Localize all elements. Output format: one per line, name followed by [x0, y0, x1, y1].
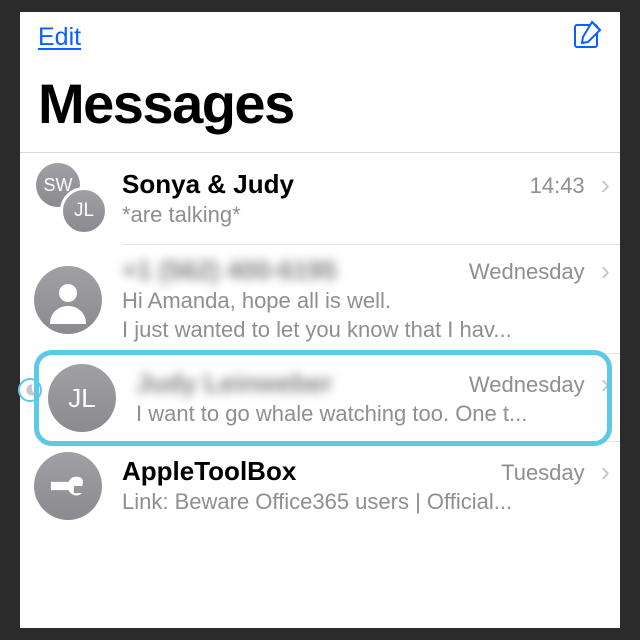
conversation-row[interactable]: JL Judy Leinweber Wednesday › I want to …	[20, 354, 620, 442]
avatar	[34, 266, 102, 334]
conversation-row[interactable]: +1 (562) 400-6195 Wednesday › Hi Amanda,…	[20, 245, 620, 354]
conversation-row[interactable]: AppleToolBox Tuesday › Link: Beware Offi…	[20, 442, 620, 530]
avatar	[34, 452, 102, 520]
edit-button[interactable]: Edit	[38, 23, 81, 52]
conversation-time: Wednesday	[469, 259, 585, 285]
conversation-info: AppleToolBox Tuesday › Link: Beware Offi…	[122, 456, 610, 517]
chevron-right-icon: ›	[601, 456, 610, 488]
nav-bar: Edit	[20, 12, 620, 59]
conversation-info: +1 (562) 400-6195 Wednesday › Hi Amanda,…	[122, 255, 610, 344]
compose-icon	[572, 20, 602, 50]
conversation-time: Tuesday	[501, 460, 585, 486]
conversation-info: Judy Leinweber Wednesday › I want to go …	[136, 368, 610, 429]
conversation-preview: I want to go whale watching too. One t..…	[136, 400, 610, 429]
conversation-name: Sonya & Judy	[122, 169, 520, 200]
chevron-right-icon: ›	[601, 368, 610, 400]
moon-icon	[23, 383, 37, 397]
avatar: JL	[60, 187, 108, 235]
person-icon	[44, 276, 92, 324]
conversation-preview: *are talking*	[122, 201, 610, 230]
wrench-icon	[40, 458, 97, 515]
conversation-list: SW JL Sonya & Judy 14:43 › *are talking*…	[20, 153, 620, 530]
avatar: JL	[48, 364, 116, 432]
conversation-row[interactable]: SW JL Sonya & Judy 14:43 › *are talking*	[20, 153, 620, 245]
chevron-right-icon: ›	[601, 169, 610, 201]
conversation-name: +1 (562) 400-6195	[122, 255, 459, 286]
conversation-time: 14:43	[530, 173, 585, 199]
chevron-right-icon: ›	[601, 255, 610, 287]
page-title: Messages	[20, 59, 620, 152]
group-avatar: SW JL	[34, 163, 114, 235]
conversation-preview: Hi Amanda, hope all is well. I just want…	[122, 287, 610, 344]
do-not-disturb-badge	[18, 378, 42, 402]
messages-app: Edit Messages SW JL Sonya & Judy 14:43 ›	[20, 12, 620, 628]
conversation-name: AppleToolBox	[122, 456, 491, 487]
conversation-preview: Link: Beware Office365 users | Official.…	[122, 488, 610, 517]
compose-button[interactable]	[572, 20, 602, 55]
conversation-time: Wednesday	[469, 372, 585, 398]
conversation-name: Judy Leinweber	[136, 368, 459, 399]
conversation-info: Sonya & Judy 14:43 › *are talking*	[122, 169, 610, 230]
highlighted-row-wrap: JL Judy Leinweber Wednesday › I want to …	[20, 354, 620, 442]
